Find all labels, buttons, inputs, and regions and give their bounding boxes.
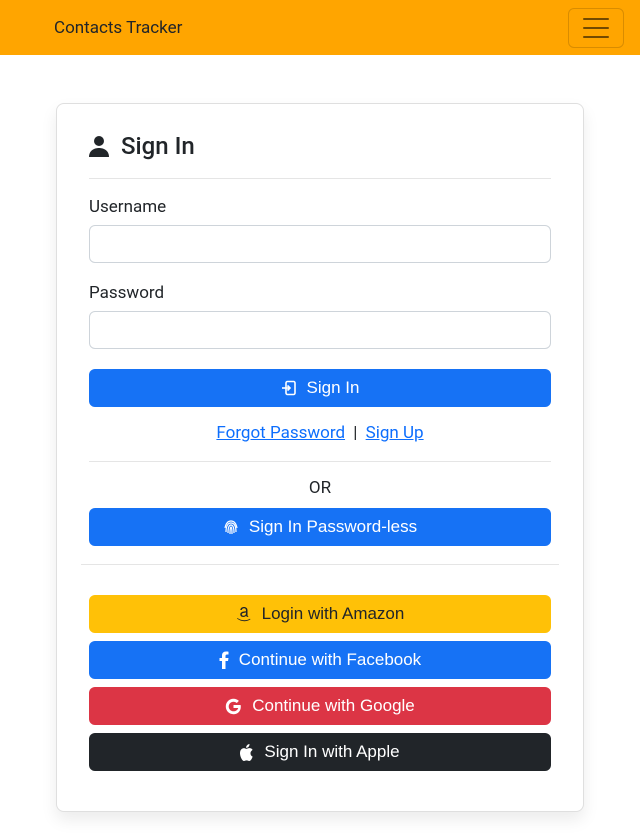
username-input[interactable] [89, 225, 551, 263]
signin-button-label: Sign In [307, 378, 360, 398]
divider [89, 461, 551, 462]
navbar-toggle-button[interactable] [568, 8, 624, 48]
facebook-login-button[interactable]: Continue with Facebook [89, 641, 551, 679]
facebook-button-label: Continue with Facebook [239, 650, 421, 670]
apple-login-button[interactable]: Sign In with Apple [89, 733, 551, 771]
amazon-login-button[interactable]: Login with Amazon [89, 595, 551, 633]
card-title-text: Sign In [121, 132, 195, 160]
username-label: Username [89, 197, 551, 217]
signin-arrow-icon [281, 380, 297, 396]
google-login-button[interactable]: Continue with Google [89, 687, 551, 725]
card-title: Sign In [89, 132, 551, 179]
amazon-icon [236, 606, 252, 622]
passwordless-button-label: Sign In Password-less [249, 517, 417, 537]
google-icon [225, 698, 242, 715]
hamburger-icon [583, 18, 609, 38]
signup-link[interactable]: Sign Up [366, 423, 424, 443]
brand-title: Contacts Tracker [54, 18, 182, 38]
divider-wide [81, 564, 559, 565]
page-container: Sign In Username Password Sign In Forgot… [0, 55, 640, 812]
google-button-label: Continue with Google [252, 696, 415, 716]
password-label: Password [89, 283, 551, 303]
apple-icon [240, 744, 254, 761]
passwordless-button[interactable]: Sign In Password-less [89, 508, 551, 546]
amazon-button-label: Login with Amazon [262, 604, 405, 624]
signin-card: Sign In Username Password Sign In Forgot… [56, 103, 584, 812]
apple-button-label: Sign In with Apple [264, 742, 399, 762]
link-separator: | [353, 423, 357, 443]
or-text: OR [89, 478, 551, 498]
fingerprint-icon [223, 519, 239, 535]
password-input[interactable] [89, 311, 551, 349]
person-icon [89, 135, 109, 157]
auth-links: Forgot Password | Sign Up [89, 423, 551, 443]
navbar: Contacts Tracker [0, 0, 640, 55]
social-login-group: Login with Amazon Continue with Facebook… [89, 595, 551, 771]
forgot-password-link[interactable]: Forgot Password [216, 423, 345, 443]
signin-button[interactable]: Sign In [89, 369, 551, 407]
facebook-icon [219, 651, 229, 669]
